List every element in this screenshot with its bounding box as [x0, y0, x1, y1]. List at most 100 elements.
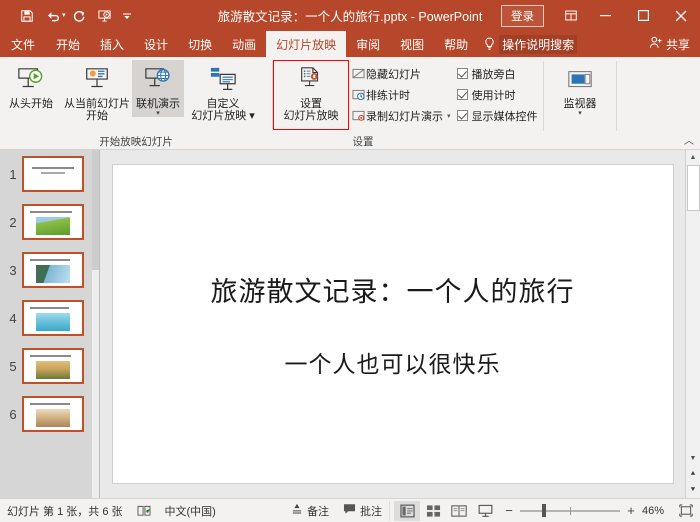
tab-insert[interactable]: 插入: [90, 31, 134, 57]
tab-file[interactable]: 文件: [0, 31, 46, 57]
start-slideshow-icon[interactable]: [92, 4, 118, 28]
use-timings-checkbox[interactable]: 使用计时: [457, 85, 538, 104]
custom-slideshow-label: 自定义: [206, 98, 239, 110]
ribbon-group-label-setup: 设置: [273, 133, 543, 149]
status-bar: 幻灯片 第 1 张，共 6 张 中文(中国) 备注 批注: [0, 498, 700, 522]
title-bar: ▾ 旅游散文记录：一个人的旅行.pptx - PowerPoint 登录: [0, 0, 700, 31]
share-button[interactable]: 共享: [649, 31, 700, 57]
spell-check-icon[interactable]: [130, 505, 158, 517]
record-slideshow-dropdown-caret[interactable]: ▾: [447, 112, 451, 120]
thumbnail-slide-4[interactable]: 4: [0, 294, 99, 342]
tab-design[interactable]: 设计: [134, 31, 178, 57]
play-narrations-label: 播放旁白: [472, 66, 516, 82]
tab-help[interactable]: 帮助: [434, 31, 478, 57]
tell-me-search[interactable]: 操作说明搜索: [484, 31, 577, 57]
normal-view-button[interactable]: [394, 501, 420, 521]
thumbnail-slide-6[interactable]: 6: [0, 390, 99, 438]
present-online-dropdown-caret[interactable]: ▾: [156, 110, 160, 117]
show-media-controls-checkbox[interactable]: 显示媒体控件: [457, 106, 538, 125]
ribbon-group-label-monitors: [544, 133, 616, 149]
play-narrations-checkbox[interactable]: 播放旁白: [457, 64, 538, 83]
thumbnail-preview: [22, 204, 84, 240]
record-slideshow-item[interactable]: 录制幻灯片演示 ▾: [350, 106, 455, 125]
monitor-dropdown-caret[interactable]: ▾: [578, 110, 582, 117]
thumbnail-number: 5: [4, 359, 22, 374]
ribbon-display-options-icon[interactable]: [556, 0, 586, 31]
scroll-down-arrow-icon[interactable]: ▼: [686, 451, 700, 466]
fit-slide-to-window-button[interactable]: [678, 504, 700, 517]
rehearse-timings-item[interactable]: 排练计时: [350, 85, 455, 104]
thumbnail-slide-2[interactable]: 2: [0, 198, 99, 246]
tab-view[interactable]: 视图: [390, 31, 434, 57]
thumbnail-image: [36, 217, 70, 235]
play-narrations-checkbox-box: [457, 68, 468, 79]
zoom-slider[interactable]: [520, 504, 620, 518]
thumbnail-number: 2: [4, 215, 22, 230]
next-slide-button[interactable]: ⯆: [686, 482, 700, 498]
scroll-up-arrow-icon[interactable]: ▲: [686, 150, 700, 165]
comments-button[interactable]: 批注: [336, 503, 389, 519]
thumbnail-number: 3: [4, 263, 22, 278]
previous-slide-button[interactable]: ⯅: [686, 466, 700, 482]
from-current-slide-label2: 开始: [86, 110, 108, 122]
setup-slideshow-button[interactable]: 设置幻灯片放映: [276, 60, 346, 122]
zoom-in-button[interactable]: +: [626, 503, 636, 518]
slide-sorter-view-button[interactable]: [420, 501, 446, 521]
ribbon-group-setup: 设置幻灯片放映 隐藏幻灯片 排练计时: [273, 57, 543, 149]
minimize-button[interactable]: [586, 0, 624, 31]
slideshow-view-button[interactable]: [472, 501, 498, 521]
setup-slideshow-label2: 幻灯片放映: [284, 110, 339, 122]
from-beginning-button[interactable]: 从头开始: [0, 60, 62, 110]
redo-icon[interactable]: [66, 4, 92, 28]
notes-label: 备注: [307, 503, 329, 519]
setup-slideshow-icon: [296, 64, 326, 96]
vertical-scroll-track[interactable]: [686, 165, 700, 451]
vertical-scrollbar[interactable]: ▲ ▼ ⯅ ⯆: [685, 150, 700, 498]
customize-qat-icon[interactable]: [118, 4, 136, 28]
thumbnail-scrollbar-thumb[interactable]: [92, 150, 99, 270]
rehearse-timings-icon: [350, 89, 366, 101]
tab-review[interactable]: 审阅: [346, 31, 390, 57]
zoom-percentage[interactable]: 46%: [642, 505, 672, 517]
thumbnail-slide-3[interactable]: 3: [0, 246, 99, 294]
slide-count-status[interactable]: 幻灯片 第 1 张，共 6 张: [0, 503, 130, 519]
tab-home[interactable]: 开始: [46, 31, 90, 57]
collapse-ribbon-button[interactable]: ︿: [684, 132, 694, 147]
slide-subtitle-text[interactable]: 一个人也可以很快乐: [285, 345, 501, 379]
thumbnail-preview: [22, 252, 84, 288]
zoom-out-button[interactable]: −: [504, 503, 514, 518]
from-current-slide-icon: [82, 64, 112, 96]
from-beginning-label: 从头开始: [9, 98, 53, 110]
custom-slideshow-label2: 幻灯片放映 ▾: [191, 110, 255, 122]
thumbnail-preview: [22, 300, 84, 336]
thumbnail-slide-1[interactable]: 1: [0, 150, 99, 198]
tab-transitions[interactable]: 切换: [178, 31, 222, 57]
reading-view-button[interactable]: [446, 501, 472, 521]
thumbnail-scrollbar[interactable]: [92, 150, 99, 498]
slide-title-text[interactable]: 旅游散文记录：一个人的旅行: [211, 270, 575, 309]
notes-button[interactable]: 备注: [284, 503, 336, 519]
present-online-button[interactable]: 联机演示 ▾: [132, 60, 184, 117]
sign-in-button[interactable]: 登录: [501, 5, 544, 27]
current-slide[interactable]: 旅游散文记录：一个人的旅行 一个人也可以很快乐: [112, 164, 674, 484]
close-button[interactable]: [662, 0, 700, 31]
zoom-slider-handle[interactable]: [542, 504, 546, 517]
setup-left-items: 隐藏幻灯片 排练计时 录制幻灯片演示 ▾: [350, 60, 455, 125]
slide-editing-area[interactable]: 旅游散文记录：一个人的旅行 一个人也可以很快乐: [100, 150, 685, 498]
tab-slideshow[interactable]: 幻灯片放映: [266, 31, 346, 57]
setup-slideshow-label: 设置: [300, 98, 322, 110]
monitor-button[interactable]: 监视器 ▾: [552, 60, 608, 117]
powerpoint-window: ▾ 旅游散文记录：一个人的旅行.pptx - PowerPoint 登录: [0, 0, 700, 522]
lightbulb-icon: [484, 37, 495, 51]
thumbnail-slide-5[interactable]: 5: [0, 342, 99, 390]
maximize-button[interactable]: [624, 0, 662, 31]
save-icon[interactable]: [14, 4, 40, 28]
vertical-scroll-thumb[interactable]: [687, 165, 700, 211]
tab-animations[interactable]: 动画: [222, 31, 266, 57]
hide-slide-item[interactable]: 隐藏幻灯片: [350, 64, 455, 83]
custom-slideshow-button[interactable]: 自定义幻灯片放映 ▾: [184, 60, 262, 122]
slide-thumbnail-pane[interactable]: 1 2 3: [0, 150, 100, 498]
language-status[interactable]: 中文(中国): [158, 503, 223, 519]
from-current-slide-button[interactable]: 从当前幻灯片开始: [62, 60, 132, 122]
thumbnail-number: 6: [4, 407, 22, 422]
